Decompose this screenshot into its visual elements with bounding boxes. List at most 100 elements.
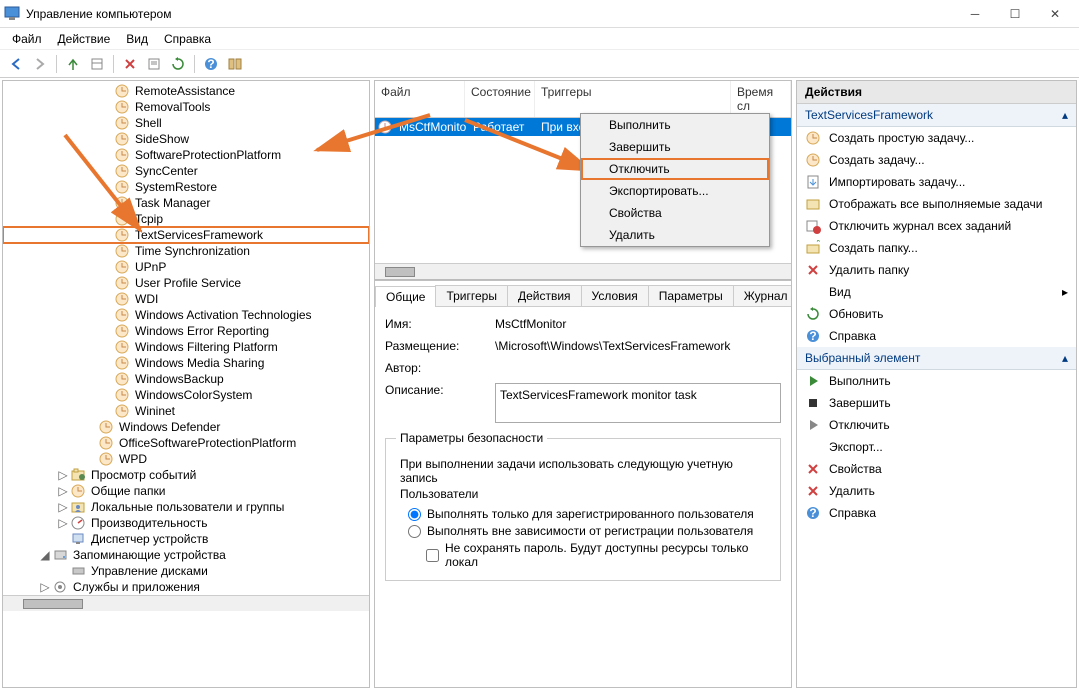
tree-item[interactable]: ◢Запоминающие устройства: [3, 547, 369, 563]
action-item[interactable]: Отключить журнал всех заданий: [797, 215, 1076, 237]
radio1-input[interactable]: [408, 508, 421, 521]
check-no-password[interactable]: Не сохранять пароль. Будут доступны ресу…: [426, 541, 770, 569]
show-hide-button[interactable]: [87, 54, 107, 74]
tree-item[interactable]: SystemRestore: [3, 179, 369, 195]
tree-item[interactable]: ▷Локальные пользователи и группы: [3, 499, 369, 515]
properties-button[interactable]: [144, 54, 164, 74]
action-item[interactable]: Выполнить: [797, 370, 1076, 392]
cm-disable[interactable]: Отключить: [581, 158, 769, 180]
cm-end[interactable]: Завершить: [581, 136, 769, 158]
tree-item[interactable]: WDI: [3, 291, 369, 307]
menu-view[interactable]: Вид: [120, 30, 154, 48]
task-scrollbar[interactable]: [375, 263, 791, 279]
tree-item[interactable]: WPD: [3, 451, 369, 467]
radio-any-user[interactable]: Выполнять вне зависимости от регистрации…: [408, 524, 770, 538]
action-item[interactable]: Экспорт...: [797, 436, 1076, 458]
delete-button[interactable]: [120, 54, 140, 74]
cm-delete[interactable]: Удалить: [581, 224, 769, 246]
cm-properties[interactable]: Свойства: [581, 202, 769, 224]
forward-button[interactable]: [30, 54, 50, 74]
tree-item[interactable]: SyncCenter: [3, 163, 369, 179]
action-item[interactable]: Вид▸: [797, 281, 1076, 303]
col-time[interactable]: Время сл: [731, 81, 791, 117]
columns-button[interactable]: [225, 54, 245, 74]
tree-item[interactable]: ▷Общие папки: [3, 483, 369, 499]
tree-item[interactable]: Tcpip: [3, 211, 369, 227]
menu-file[interactable]: Файл: [6, 30, 48, 48]
tree-item[interactable]: Windows Media Sharing: [3, 355, 369, 371]
tree-item[interactable]: Task Manager: [3, 195, 369, 211]
menu-help[interactable]: Справка: [158, 30, 217, 48]
tree-item[interactable]: RemoteAssistance: [3, 83, 369, 99]
tab-general[interactable]: Общие: [375, 286, 436, 307]
tree-item[interactable]: Shell: [3, 115, 369, 131]
action-item[interactable]: Удалить: [797, 480, 1076, 502]
horizontal-scrollbar[interactable]: [3, 595, 369, 611]
tab-settings[interactable]: Параметры: [648, 285, 734, 306]
tree-item[interactable]: WindowsBackup: [3, 371, 369, 387]
radio-logged-on[interactable]: Выполнять только для зарегистрированного…: [408, 507, 770, 521]
tree-item[interactable]: Управление дисками: [3, 563, 369, 579]
tree-label: Wininet: [135, 404, 175, 418]
tree-item[interactable]: OfficeSoftwareProtectionPlatform: [3, 435, 369, 451]
refresh-button[interactable]: [168, 54, 188, 74]
tree-item[interactable]: Windows Filtering Platform: [3, 339, 369, 355]
tree-item[interactable]: Диспетчер устройств: [3, 531, 369, 547]
close-button[interactable]: ✕: [1035, 3, 1075, 25]
tree-item[interactable]: WindowsColorSystem: [3, 387, 369, 403]
action-item[interactable]: Отображать все выполняемые задачи: [797, 193, 1076, 215]
tree-item[interactable]: SideShow: [3, 131, 369, 147]
action-item[interactable]: Отключить: [797, 414, 1076, 436]
tree-item[interactable]: ▷Производительность: [3, 515, 369, 531]
tree-label: Tcpip: [135, 212, 163, 226]
tree[interactable]: RemoteAssistanceRemovalToolsShellSideSho…: [3, 81, 369, 595]
tab-history[interactable]: Журнал: [733, 285, 792, 306]
folder-icon: [115, 164, 131, 178]
action-item[interactable]: Свойства: [797, 458, 1076, 480]
tree-item[interactable]: Wininet: [3, 403, 369, 419]
action-item[interactable]: ?Справка: [797, 325, 1076, 347]
tree-item[interactable]: TextServicesFramework: [3, 227, 369, 243]
tree-item[interactable]: Windows Error Reporting: [3, 323, 369, 339]
tab-triggers[interactable]: Триггеры: [435, 285, 508, 306]
tree-item[interactable]: ▷Просмотр событий: [3, 467, 369, 483]
tree-item[interactable]: RemovalTools: [3, 99, 369, 115]
tree-item[interactable]: Windows Defender: [3, 419, 369, 435]
col-file[interactable]: Файл: [375, 81, 465, 117]
minimize-button[interactable]: ─: [955, 3, 995, 25]
menu-action[interactable]: Действие: [52, 30, 117, 48]
action-item[interactable]: Создать простую задачу...: [797, 127, 1076, 149]
location-label: Размещение:: [385, 339, 495, 353]
action-item[interactable]: Удалить папку: [797, 259, 1076, 281]
col-triggers[interactable]: Триггеры: [535, 81, 731, 117]
tab-actions[interactable]: Действия: [507, 285, 582, 306]
action-item[interactable]: Завершить: [797, 392, 1076, 414]
titlebar: Управление компьютером ─ ☐ ✕: [0, 0, 1079, 28]
tab-conditions[interactable]: Условия: [581, 285, 649, 306]
action-item[interactable]: Обновить: [797, 303, 1076, 325]
tree-item[interactable]: UPnP: [3, 259, 369, 275]
check1-input[interactable]: [426, 549, 439, 562]
col-state[interactable]: Состояние: [465, 81, 535, 117]
help-button[interactable]: ?: [201, 54, 221, 74]
tree-item[interactable]: Windows Activation Technologies: [3, 307, 369, 323]
actions-title: Действия: [797, 81, 1076, 104]
actions-group2-title[interactable]: Выбранный элемент ▴: [797, 347, 1076, 370]
tree-item[interactable]: SoftwareProtectionPlatform: [3, 147, 369, 163]
cm-export[interactable]: Экспортировать...: [581, 180, 769, 202]
actions-group1-title[interactable]: TextServicesFramework ▴: [797, 104, 1076, 127]
tree-item[interactable]: User Profile Service: [3, 275, 369, 291]
window-title: Управление компьютером: [26, 7, 171, 21]
back-button[interactable]: [6, 54, 26, 74]
cm-run[interactable]: Выполнить: [581, 114, 769, 136]
tree-item[interactable]: Time Synchronization: [3, 243, 369, 259]
action-item[interactable]: ?Справка: [797, 502, 1076, 524]
maximize-button[interactable]: ☐: [995, 3, 1035, 25]
up-button[interactable]: [63, 54, 83, 74]
action-item[interactable]: *Создать папку...: [797, 237, 1076, 259]
tree-item[interactable]: ▷Службы и приложения: [3, 579, 369, 595]
action-item[interactable]: Создать задачу...: [797, 149, 1076, 171]
radio2-input[interactable]: [408, 525, 421, 538]
action-label: Экспорт...: [829, 440, 883, 454]
action-item[interactable]: Импортировать задачу...: [797, 171, 1076, 193]
